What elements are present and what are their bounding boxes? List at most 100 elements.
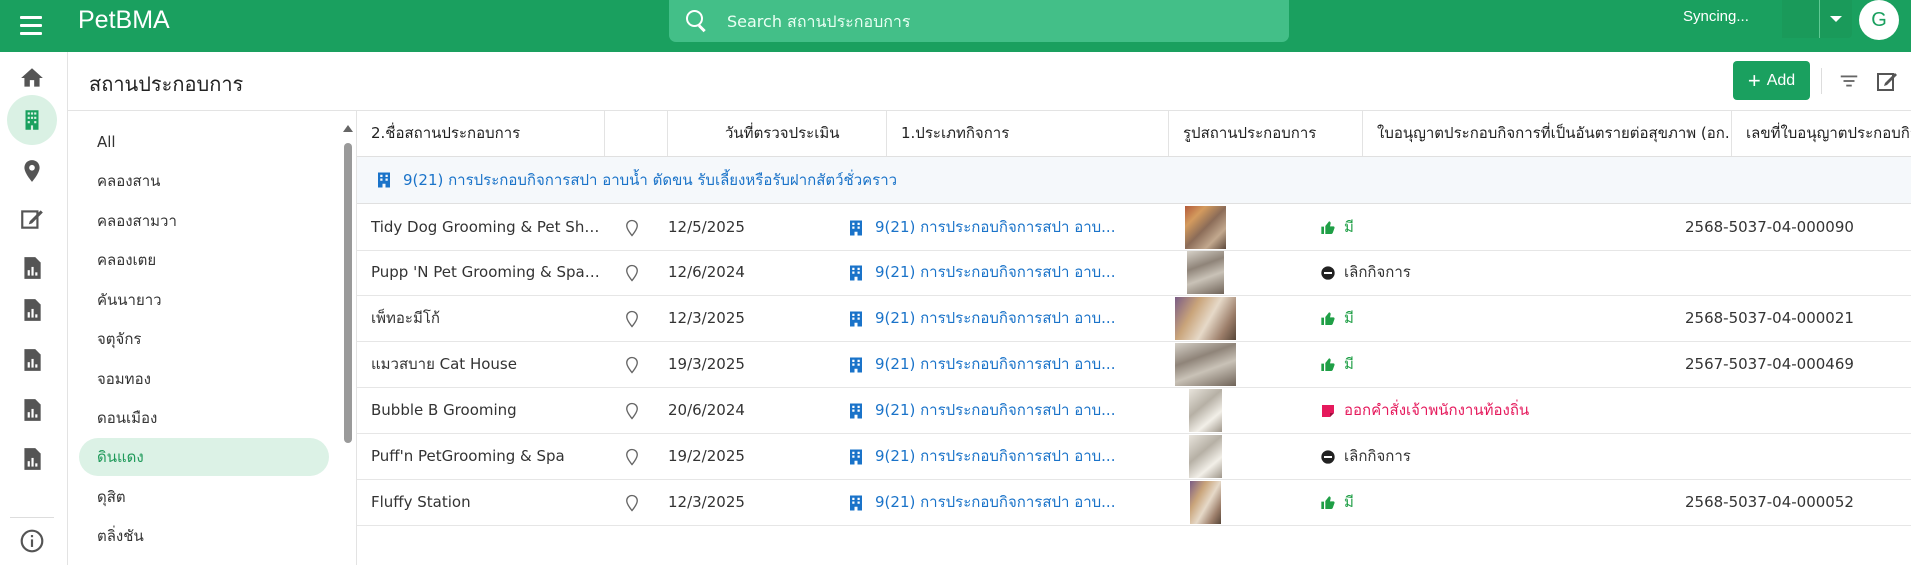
scroll-up-icon[interactable] [343,125,353,132]
sync-split-button [1782,0,1852,38]
column-header-type[interactable]: 1.ประเภทกิจการ [887,111,1169,156]
establishment-name: Tidy Dog Grooming & Pet Shop [371,218,601,236]
search-input[interactable] [727,11,1247,31]
business-type-link[interactable]: 9(21) การประกอบกิจการสปา อาบ... [847,250,1167,295]
column-header-license[interactable]: ใบอนุญาตประกอบกิจการที่เป็นอันตรายต่อสุข… [1363,111,1732,156]
business-type-label: 9(21) การประกอบกิจการสปา อาบ... [875,263,1116,281]
map-pin-icon[interactable] [623,309,641,329]
header-divider [1821,68,1822,94]
report-icon [24,349,41,371]
table-row[interactable]: Puff'n PetGrooming & Spa 19/2/2025 9(21)… [357,434,1911,480]
map-pin-icon[interactable] [623,493,641,513]
establishment-photo[interactable] [1189,435,1222,478]
business-type-label: 9(21) การประกอบกิจการสปา อาบ... [875,355,1116,373]
edit-view-button[interactable] [1872,66,1902,96]
district-item[interactable]: ดุสิต [79,478,329,516]
group-row[interactable]: 9(21) การประกอบกิจการสปา อาบน้ำ ตัดขน รั… [357,157,1911,204]
rail-map[interactable] [7,146,57,196]
rail-report-4[interactable] [7,385,57,435]
district-list-scrollbar[interactable] [343,125,353,565]
district-item[interactable]: คลองเตย [79,241,329,279]
hamburger-menu-icon[interactable] [14,8,48,42]
rail-report-2[interactable] [7,285,57,335]
map-pin-icon[interactable] [623,401,641,421]
column-header-map[interactable] [605,111,668,156]
building-icon [25,110,39,130]
district-item[interactable]: คลองสาน [79,162,329,200]
assessment-date: 12/3/2025 [668,309,745,327]
establishment-photo[interactable] [1190,481,1221,524]
district-item[interactable]: All [79,123,329,161]
app-title: PetBMA [78,6,170,34]
license-number: 2568-5037-04-000021 [1685,309,1854,327]
top-app-bar: PetBMA Syncing... G [0,0,1911,52]
license-status: มี [1320,342,1700,387]
business-type-link[interactable]: 9(21) การประกอบกิจการสปา อาบ... [847,388,1167,433]
establishment-photo[interactable] [1175,343,1236,386]
edit-note-icon [21,210,43,229]
table-row[interactable]: Tidy Dog Grooming & Pet Shop 12/5/2025 9… [357,205,1911,251]
establishments-table: 2.ชื่อสถานประกอบการ วันที่ตรวจประเมิน 1.… [357,111,1911,565]
sync-action-button[interactable] [1782,0,1820,38]
rail-report-5[interactable] [7,434,57,484]
rail-info[interactable] [7,516,57,565]
establishment-photo[interactable] [1187,251,1224,294]
establishment-name: Puff'n PetGrooming & Spa [371,447,565,465]
table-row[interactable]: Bubble B Grooming 20/6/2024 9(21) การประ… [357,388,1911,434]
report-icon [24,399,41,421]
add-button[interactable]: + Add [1733,61,1810,100]
assessment-date: 12/5/2025 [668,218,745,236]
business-type-link[interactable]: 9(21) การประกอบกิจการสปา อาบ... [847,342,1167,387]
home-icon [21,68,43,87]
thumbs-up-icon [1321,357,1335,371]
map-pin-icon[interactable] [623,218,641,238]
district-item[interactable]: คลองสามวา [79,202,329,240]
building-icon [850,220,862,235]
district-item[interactable]: จตุจักร [79,320,329,358]
report-icon [24,448,41,470]
column-header-photo[interactable]: รูปสถานประกอบการ [1169,111,1363,156]
license-status-label: เลิกกิจการ [1344,263,1411,281]
establishment-name: เพ็ทอะมีโก้ [371,309,440,327]
table-row[interactable]: Pupp 'N Pet Grooming & Spa ... 12/6/2024… [357,250,1911,296]
map-pin-icon[interactable] [623,263,641,283]
filter-icon [1840,75,1858,87]
business-type-link[interactable]: 9(21) การประกอบกิจการสปา อาบ... [847,480,1167,525]
establishment-photo[interactable] [1185,206,1226,249]
license-status-label: เลิกกิจการ [1344,447,1411,465]
business-type-link[interactable]: 9(21) การประกอบกิจการสปา อาบ... [847,434,1167,479]
user-avatar[interactable]: G [1859,0,1899,40]
establishment-photo[interactable] [1175,297,1236,340]
establishment-name: Pupp 'N Pet Grooming & Spa ... [371,263,601,281]
plus-icon: + [1747,67,1761,93]
rail-edit[interactable] [7,194,57,244]
map-pin-icon[interactable] [623,355,641,375]
building-icon [850,403,862,418]
establishment-photo[interactable] [1189,389,1222,432]
scroll-thumb[interactable] [344,143,352,443]
table-row[interactable]: แมวสบาย Cat House 19/3/2025 9(21) การประ… [357,342,1911,388]
sync-status: Syncing... [1683,8,1749,25]
rail-report-3[interactable] [7,335,57,385]
table-row[interactable]: Fluffy Station 12/3/2025 9(21) การประกอบ… [357,480,1911,526]
district-item[interactable]: ดอนเมือง [79,399,329,437]
business-type-link[interactable]: 9(21) การประกอบกิจการสปา อาบ... [847,205,1167,250]
district-item-active[interactable]: ดินแดง [79,438,329,476]
district-item[interactable]: คันนายาว [79,281,329,319]
column-header-date[interactable]: วันที่ตรวจประเมิน [668,111,887,156]
license-status: เลิกกิจการ [1320,434,1700,479]
district-item[interactable]: จอมทอง [79,360,329,398]
business-type-label: 9(21) การประกอบกิจการสปา อาบ... [875,309,1116,327]
business-type-label: 9(21) การประกอบกิจการสปา อาบ... [875,218,1116,236]
district-item[interactable]: ตลิ่งชัน [79,517,329,555]
business-type-link[interactable]: 9(21) การประกอบกิจการสปา อาบ... [847,296,1167,341]
filter-button[interactable] [1834,66,1864,96]
column-header-name[interactable]: 2.ชื่อสถานประกอบการ [357,111,605,156]
map-pin-icon[interactable] [623,447,641,467]
thumbs-up-icon [1321,220,1335,234]
sync-dropdown-button[interactable] [1820,0,1852,38]
rail-establishments[interactable] [7,95,57,145]
license-status: เลิกกิจการ [1320,250,1700,295]
column-header-license-no[interactable]: เลขที่ใบอนุญาตประกอบกิจการที่เป็น [1732,111,1911,156]
table-row[interactable]: เพ็ทอะมีโก้ 12/3/2025 9(21) การประกอบกิจ… [357,296,1911,342]
